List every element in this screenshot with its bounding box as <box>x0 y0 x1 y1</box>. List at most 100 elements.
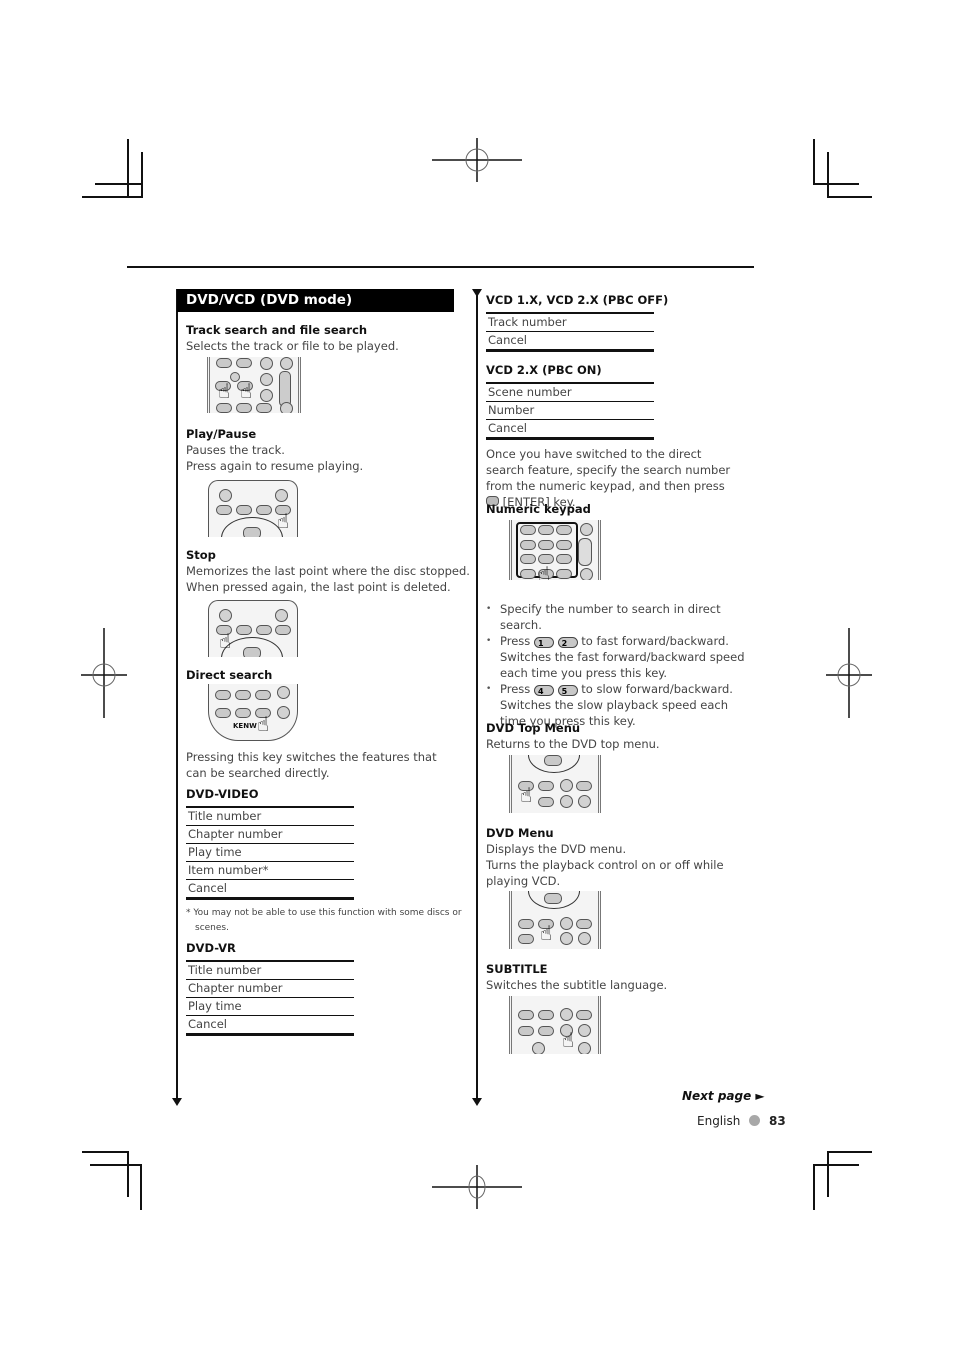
direct-search-heading: Direct search <box>186 668 273 682</box>
remote-illustration-direct-search: KENW ☝ <box>208 684 298 741</box>
next-page-link[interactable]: Next page ► <box>682 1089 765 1103</box>
option-item: Play time <box>186 997 354 1016</box>
subtitle-heading: SUBTITLE <box>486 962 548 976</box>
play-pause-heading: Play/Pause <box>186 427 257 441</box>
track-search-heading: Track search and file search <box>186 323 368 337</box>
bullet-item: Specify the number to search in direct s… <box>486 601 754 633</box>
dvd-menu-heading: DVD Menu <box>486 826 554 840</box>
direct-search-desc: Pressing this key switches the features … <box>186 750 437 780</box>
registration-mark <box>826 628 872 718</box>
key-5-icon: 5 <box>557 685 578 696</box>
vcd-pbc-off-heading: VCD 1.X, VCD 2.X (PBC OFF) <box>486 293 669 307</box>
registration-mark <box>432 138 522 182</box>
registration-mark <box>432 1165 522 1209</box>
key-4-icon: 4 <box>533 685 554 696</box>
arrow-down-icon <box>172 1098 182 1106</box>
bullet-text: Specify the number to search in direct s… <box>500 602 721 632</box>
option-item: Title number <box>186 960 354 980</box>
option-item: Track number <box>486 312 654 332</box>
direct-search-note-text: Once you have switched to the direct sea… <box>486 447 731 493</box>
crop-mark <box>127 1151 129 1197</box>
pointing-hand-icon: ☝ <box>257 712 270 736</box>
stop-heading: Stop <box>186 548 216 562</box>
crop-mark <box>140 1164 142 1210</box>
remote-illustration-play-pause: ☝ <box>208 480 298 537</box>
crop-mark <box>127 139 129 197</box>
remote-illustration-track-search: ☝ ☝ <box>207 357 301 413</box>
crop-mark <box>82 1151 128 1153</box>
vcd-pbc-on-heading: VCD 2.X (PBC ON) <box>486 363 602 377</box>
numeric-keypad-heading: Numeric keypad <box>486 502 591 516</box>
crop-mark <box>813 1164 859 1166</box>
dvd-video-heading: DVD-VIDEO <box>186 787 259 801</box>
option-item: Cancel <box>486 331 654 352</box>
crop-mark <box>813 139 815 185</box>
bullet-text: Press <box>500 634 531 648</box>
pointing-hand-icon: ☝ <box>562 1028 575 1052</box>
track-search-desc: Selects the track or file to be played. <box>186 339 399 353</box>
crop-mark <box>827 152 829 198</box>
option-item: Scene number <box>486 382 654 402</box>
language-label: English <box>697 1114 741 1128</box>
play-pause-desc-1: Pauses the track. <box>186 443 285 457</box>
vcd-pbc-off-options: Track number Cancel <box>486 312 654 352</box>
crop-mark <box>95 183 141 185</box>
option-item: Title number <box>186 806 354 826</box>
crop-mark <box>827 1151 872 1153</box>
bullet-item: Press 1 2 to fast forward/backward. Swit… <box>486 633 754 681</box>
option-item: Play time <box>186 843 354 862</box>
pointing-hand-icon: ☝ <box>240 379 253 403</box>
dvd-menu-desc-2: Turns the playback control on or off whi… <box>486 858 724 888</box>
dvd-video-options: Title number Chapter number Play time It… <box>186 806 354 900</box>
dvd-menu-desc-1: Displays the DVD menu. <box>486 842 627 856</box>
crop-mark <box>90 1164 142 1166</box>
column-rule-right <box>476 289 478 1099</box>
pointing-hand-icon: ☝ <box>218 379 231 403</box>
registration-mark <box>81 628 127 718</box>
pointing-hand-icon: ☝ <box>277 509 290 533</box>
option-item: Item number* <box>186 861 354 880</box>
pointing-hand-icon: ☝ <box>540 921 553 945</box>
page-number: 83 <box>769 1114 786 1128</box>
dvd-vr-heading: DVD-VR <box>186 941 236 955</box>
remote-illustration-numeric-keypad: ☝ <box>509 520 601 580</box>
page-dot-icon <box>749 1115 761 1126</box>
dvd-top-menu-desc: Returns to the DVD top menu. <box>486 737 660 751</box>
pointing-hand-icon: ☝ <box>538 562 551 580</box>
pointing-hand-icon: ☝ <box>219 629 232 653</box>
remote-illustration-stop: ☝ <box>208 600 298 657</box>
remote-illustration-dvd-top-menu: ☝ <box>509 755 601 813</box>
column-rule-left <box>176 289 178 1099</box>
key-2-icon: 2 <box>557 637 578 648</box>
pointing-hand-icon: ☝ <box>520 783 533 807</box>
option-item: Chapter number <box>186 979 354 998</box>
arrow-down-icon <box>472 289 482 297</box>
play-pause-desc-2: Press again to resume playing. <box>186 459 364 473</box>
footnote: * You may not be able to use this functi… <box>186 908 462 933</box>
header-rule <box>127 266 754 268</box>
crop-mark <box>813 1164 815 1210</box>
subtitle-desc: Switches the subtitle language. <box>486 978 668 992</box>
option-item: Cancel <box>186 879 354 900</box>
stop-desc-2: When pressed again, the last point is de… <box>186 580 451 594</box>
option-item: Cancel <box>486 419 654 440</box>
bullet-text: Press <box>500 682 531 696</box>
numeric-keypad-bullets: Specify the number to search in direct s… <box>486 601 754 729</box>
remote-illustration-dvd-menu: ☝ <box>509 891 601 949</box>
arrow-down-icon <box>472 1098 482 1106</box>
stop-desc-1: Memorizes the last point where the disc … <box>186 564 470 578</box>
dvd-vr-options: Title number Chapter number Play time Ca… <box>186 960 354 1036</box>
option-item: Chapter number <box>186 825 354 844</box>
section-title: DVD/VCD (DVD mode) <box>177 289 454 312</box>
vcd-pbc-on-options: Scene number Number Cancel <box>486 382 654 440</box>
crop-mark <box>141 152 143 198</box>
crop-mark <box>827 1151 829 1197</box>
page-footer: English 83 <box>697 1114 786 1128</box>
key-1-icon: 1 <box>533 637 554 648</box>
remote-illustration-subtitle: ☝ <box>509 996 601 1054</box>
crop-mark <box>82 196 142 198</box>
option-item: Number <box>486 401 654 420</box>
crop-mark <box>813 183 859 185</box>
dvd-top-menu-heading: DVD Top Menu <box>486 721 581 735</box>
crop-mark <box>827 196 872 198</box>
